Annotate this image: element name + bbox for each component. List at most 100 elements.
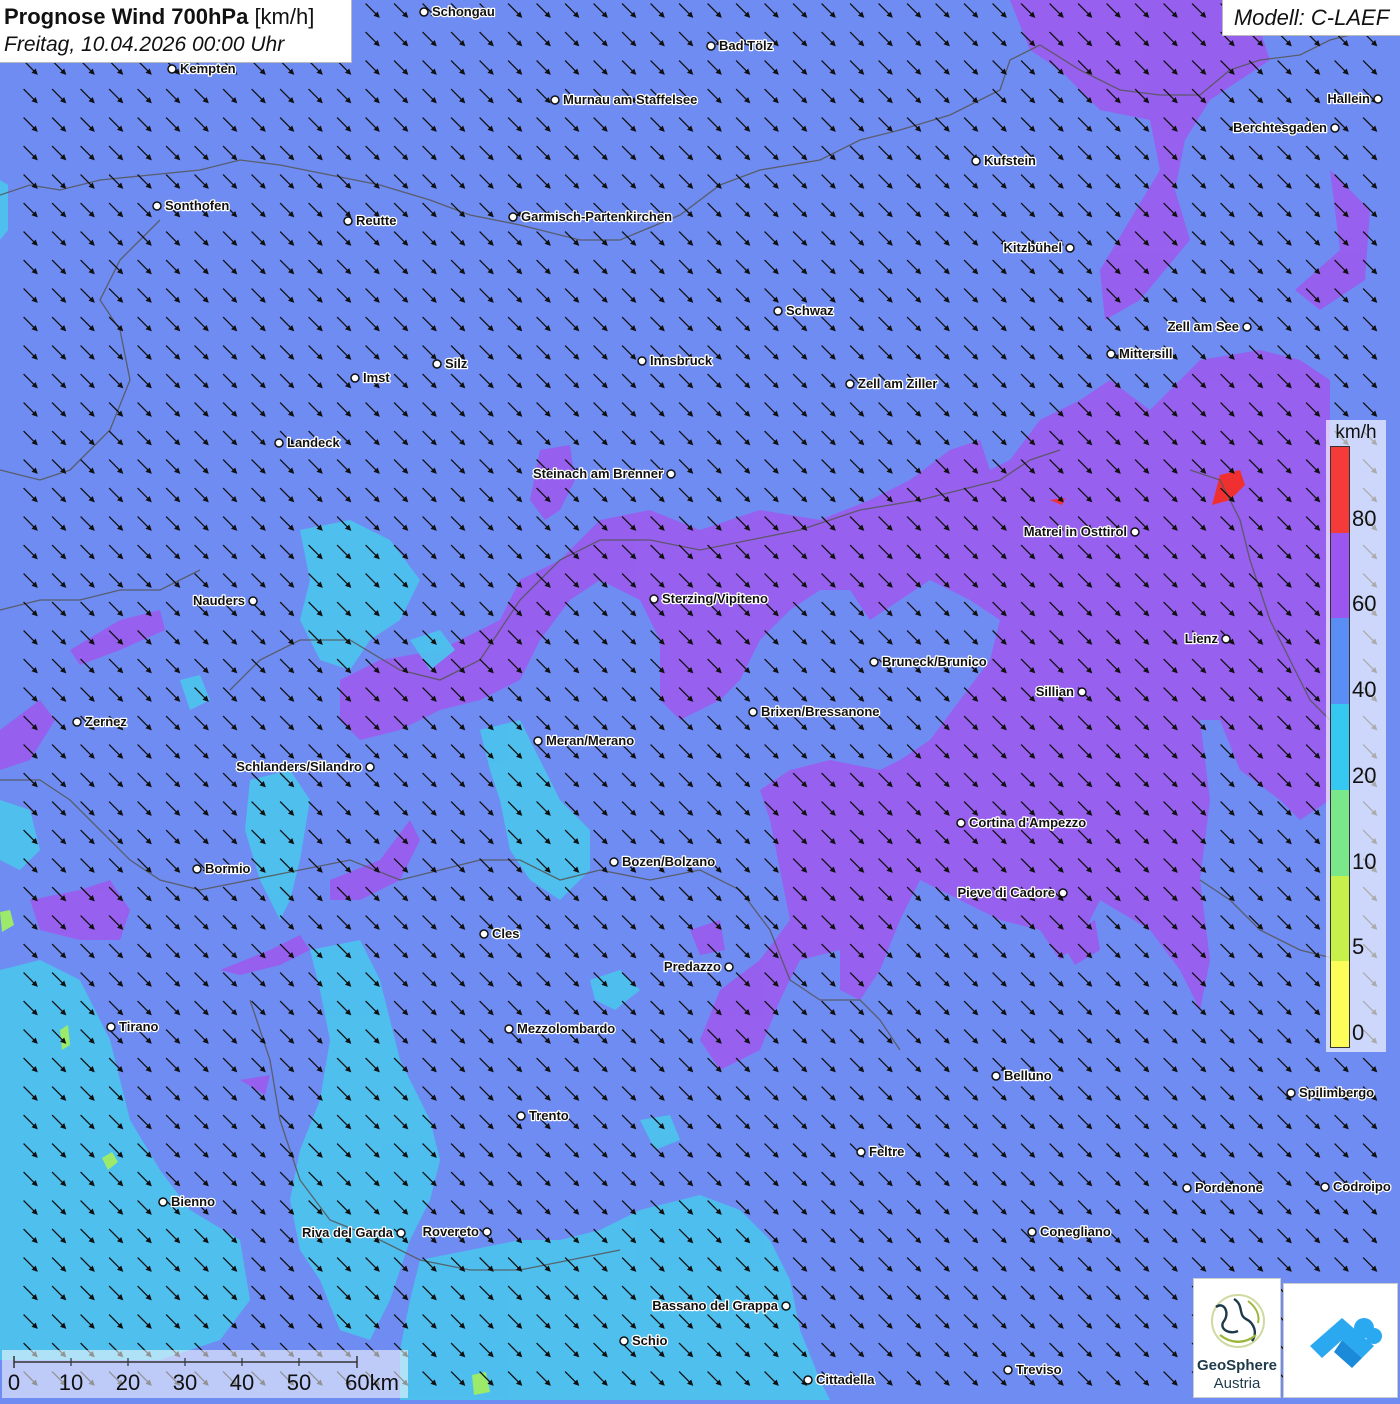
city-label: Mittersill [1119,346,1172,361]
city-label: Trento [529,1108,569,1123]
city-dot [1373,94,1383,104]
city-dot [248,596,258,606]
city-label: Schio [632,1333,667,1348]
city-berchtesgaden[interactable]: Berchtesgaden [1232,119,1340,136]
legend-label-0: 0 [1352,1020,1365,1045]
geosphere-name: GeoSphere [1196,1357,1278,1374]
city-label: Garmisch-Partenkirchen [521,209,672,224]
city-dot [1221,634,1231,644]
city-matrei-in-osttirol[interactable]: Matrei in Osttirol [1022,523,1140,540]
city-dot [1058,888,1068,898]
city-conegliano[interactable]: Conegliano [1027,1223,1112,1240]
city-label: Cittadella [816,1372,875,1387]
city-label: Riva del Garda [302,1225,394,1240]
city-dot [609,857,619,867]
scale-label-30: 30 [172,1370,198,1395]
city-dot [1182,1183,1192,1193]
city-dot [396,1228,406,1238]
legend-swatch-20 [1331,704,1349,790]
city-dot [1065,243,1075,253]
scale-label-50: 50 [286,1370,312,1395]
weather-app-logo[interactable] [1283,1283,1398,1398]
city-label: Pieve di Cadore [957,885,1055,900]
legend-swatch-5 [1331,875,1349,962]
city-dot [637,356,647,366]
city-label: Imst [363,370,390,385]
title-box: Prognose Wind 700hPa [km/h] Freitag, 10.… [0,0,352,63]
city-bozen-bolzano[interactable]: Bozen/Bolzano [609,853,716,870]
city-label: Zell am Ziller [858,376,937,391]
city-sterzing-vipiteno[interactable]: Sterzing/Vipiteno [649,590,769,607]
legend-label-40: 40 [1352,677,1377,703]
legend-swatch-10 [1331,789,1349,876]
city-dot [971,156,981,166]
city-riva-del-garda[interactable]: Riva del Garda [301,1224,406,1241]
map-title-unit: [km/h] [254,4,315,29]
city-dot [1330,123,1340,133]
city-label: Pordenone [1195,1180,1263,1195]
city-murnau-am-staffelsee[interactable]: Murnau am Staffelsee [550,91,699,108]
city-schlanders-silandro[interactable]: Schlanders/Silandro [235,758,375,775]
city-bruneck-brunico[interactable]: Bruneck/Brunico [869,653,988,670]
city-label: Bad Tölz [719,38,774,53]
forecast-time: Freitag, 10.04.2026 00:00 Uhr [4,33,285,56]
city-sonthofen[interactable]: Sonthofen [152,197,231,214]
legend-label-20: 20 [1352,762,1377,788]
city-dot [1130,527,1140,537]
city-garmisch-partenkirchen[interactable]: Garmisch-Partenkirchen [508,208,673,225]
city-dot [803,1375,813,1385]
city-cortina-d-ampezzo[interactable]: Cortina d'Ampezzo [956,814,1088,831]
city-mezzolombardo[interactable]: Mezzolombardo [504,1020,617,1037]
scale-label-0: 0 [7,1370,21,1395]
city-label: Berchtesgaden [1233,120,1327,135]
city-dot [192,864,202,874]
scale-label-40: 40 [229,1370,255,1395]
wind-map[interactable]: Schongau Bad Tölz Kempten Murnau am Staffel… [0,0,1400,1400]
city-label: Conegliano [1040,1224,1111,1239]
city-label: Predazzo [664,959,721,974]
city-pordenone[interactable]: Pordenone [1182,1179,1264,1196]
city-label: Sillian [1036,684,1074,699]
legend-swatch-60 [1331,532,1349,619]
city-dot [350,373,360,383]
scale-label-60km: 60km [345,1370,399,1395]
city-label: Brixen/Bressanone [761,704,880,719]
color-legend: km/h 0 5 10 20 40 60 80 [1326,420,1386,1052]
city-schongau[interactable]: Schongau [419,3,496,20]
city-label: Nauders [193,593,245,608]
city-innsbruck[interactable]: Innsbruck [637,352,714,369]
legend-unit: km/h [1335,422,1377,443]
legend-swatch-80 [1331,447,1349,533]
city-label: Schlanders/Silandro [236,759,362,774]
city-pieve-di-cadore[interactable]: Pieve di Cadore [956,884,1068,901]
city-zell-am-see[interactable]: Zell am See [1166,318,1252,335]
city-label: Schongau [432,4,495,19]
geosphere-logo[interactable]: GeoSphere Austria [1193,1278,1281,1398]
city-label: Reutte [356,213,396,228]
city-spilimbergo[interactable]: Spilimbergo [1286,1084,1375,1101]
city-dot [419,7,429,17]
city-label: Hallein [1327,91,1370,106]
city-dot [1320,1182,1330,1192]
city-dot [845,379,855,389]
city-zell-am-ziller[interactable]: Zell am Ziller [845,375,939,392]
city-label: Steinach am Brenner [533,466,663,481]
city-dot [773,306,783,316]
city-dot [1003,1365,1013,1375]
city-dot [869,657,879,667]
city-label: Cles [492,926,519,941]
city-label: Kufstein [984,153,1036,168]
city-dot [1242,322,1252,332]
city-label: Bormio [205,861,251,876]
city-steinach-am-brenner[interactable]: Steinach am Brenner [532,465,676,482]
city-dot [152,201,162,211]
city-meran-merano[interactable]: Meran/Merano [533,732,635,749]
city-brixen-bressanone[interactable]: Brixen/Bressanone [748,703,881,720]
city-dot [343,216,353,226]
city-dot [724,962,734,972]
city-dot [619,1336,629,1346]
city-bassano-del-grappa[interactable]: Bassano del Grappa [651,1297,791,1314]
geosphere-emblem-icon [1211,1294,1265,1348]
map-title: Prognose Wind 700hPa [km/h] [4,3,347,31]
city-dot [1106,349,1116,359]
